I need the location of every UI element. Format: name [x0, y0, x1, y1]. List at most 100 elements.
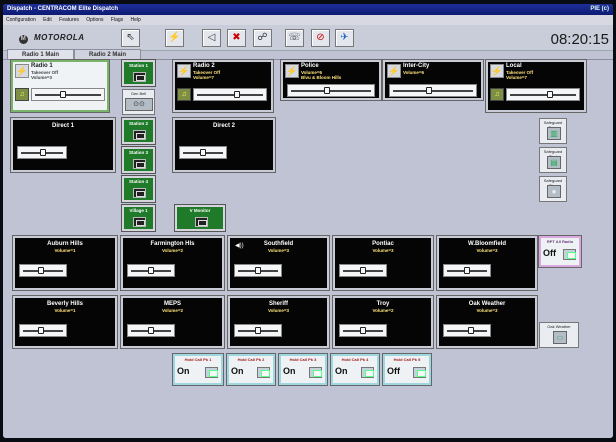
menu-flags[interactable]: Flags: [111, 17, 123, 23]
volume-knob[interactable]: [38, 267, 44, 274]
hold-call-pk-5[interactable]: Hold Call Pk 5 Off: [382, 353, 432, 386]
station-key-icon[interactable]: [195, 217, 208, 227]
select-speaker-icon[interactable]: ♫: [15, 88, 29, 101]
volume-slider[interactable]: [339, 324, 387, 337]
volume-slider[interactable]: [17, 146, 67, 159]
radio-panel-auburn-hills[interactable]: Auburn Hills Volume=1: [12, 235, 118, 291]
volume-knob[interactable]: [40, 149, 46, 156]
volume-knob[interactable]: [324, 87, 330, 94]
volume-slider[interactable]: [31, 88, 105, 101]
patch-icon[interactable]: ☍: [253, 29, 272, 47]
volume-slider[interactable]: [443, 324, 491, 337]
radio-panel-meps[interactable]: MEPS Volume=2: [120, 295, 225, 349]
patch-toggle-icon[interactable]: [413, 367, 426, 378]
disable-icon[interactable]: ⊘: [311, 29, 330, 47]
safeguard-shut-icon[interactable]: ▤: [547, 156, 561, 169]
volume-slider[interactable]: [193, 88, 267, 101]
volume-slider[interactable]: [127, 264, 175, 277]
volume-knob[interactable]: [547, 91, 553, 98]
safeguard-open-icon[interactable]: ▥: [547, 127, 561, 140]
hold-call-pk-1[interactable]: Hold Call Pk 1 On: [172, 353, 224, 386]
bell-icon[interactable]: ⊙⊙: [125, 98, 153, 111]
station-key-icon[interactable]: [133, 188, 146, 198]
safeguard-shut-panel[interactable]: Safeguard Shut▤: [539, 147, 567, 173]
radio-panel-inter-city[interactable]: ⚡ Inter-City Volume=6: [382, 59, 484, 101]
station-3-button[interactable]: Station 3: [121, 146, 156, 174]
patch-toggle-icon[interactable]: [361, 367, 374, 378]
volume-knob[interactable]: [464, 267, 470, 274]
oak-weather-button[interactable]: Oak Weather ▭: [539, 322, 579, 348]
volume-slider[interactable]: [234, 264, 282, 277]
radio-panel-beverly-hills[interactable]: Beverly Hills Volume=1: [12, 295, 118, 349]
safeguard-stop-icon[interactable]: ●: [547, 185, 561, 198]
radio-panel-troy[interactable]: Troy Volume=2: [332, 295, 434, 349]
volume-slider[interactable]: [443, 264, 491, 277]
volume-slider[interactable]: [287, 84, 375, 97]
station-1-button[interactable]: Station 1: [121, 59, 156, 87]
village-1-button[interactable]: Village 1: [121, 204, 156, 232]
radio-panel-oak-weather[interactable]: Oak Weather Volume=3: [436, 295, 538, 349]
station-key-icon[interactable]: [133, 159, 146, 169]
safeguard-open-panel[interactable]: Safeguard Open▥: [539, 118, 567, 144]
volume-knob[interactable]: [38, 327, 44, 334]
volume-knob[interactable]: [255, 267, 261, 274]
transmit-icon[interactable]: ⚡: [165, 29, 184, 47]
radio-panel-direct-2[interactable]: Direct 2: [172, 117, 276, 173]
volume-knob[interactable]: [148, 327, 154, 334]
volume-slider[interactable]: [19, 264, 67, 277]
radio-panel-farmington-hls[interactable]: Farmington Hls Volume=2: [120, 235, 225, 291]
aux-toggle-icon[interactable]: [563, 249, 576, 260]
phone-icon[interactable]: ☏: [285, 29, 304, 47]
gen-bell-panel[interactable]: Gen Bell ⊙⊙: [122, 89, 155, 115]
menu-configuration[interactable]: Configuration: [6, 17, 36, 23]
volume-slider[interactable]: [339, 264, 387, 277]
volume-slider[interactable]: [389, 84, 477, 97]
volume-knob[interactable]: [360, 267, 366, 274]
volume-knob[interactable]: [255, 327, 261, 334]
patch-toggle-icon[interactable]: [205, 367, 218, 378]
radio-panel-southfield[interactable]: ◀)) Southfield Volume=3: [227, 235, 330, 291]
volume-knob[interactable]: [200, 149, 206, 156]
safeguard-stop-panel[interactable]: Safeguard Stop●: [539, 176, 567, 202]
tools-icon[interactable]: ✈: [335, 29, 354, 47]
radio-panel-direct-1[interactable]: Direct 1: [10, 117, 116, 173]
hold-call-pk-3[interactable]: Hold Call Pk 3 On: [278, 353, 328, 386]
station-2-button[interactable]: Station 2: [121, 117, 156, 145]
radio-panel-local[interactable]: ⚡ Local Takeover Off Volume=7 ♫: [485, 59, 587, 113]
volume-knob[interactable]: [468, 327, 474, 334]
patch-toggle-icon[interactable]: [257, 367, 270, 378]
volume-slider[interactable]: [506, 88, 580, 101]
select-speaker-icon[interactable]: ♫: [490, 88, 504, 101]
radio-panel-radio-2[interactable]: ⚡ Radio 2 Takeover Off Volume=7 ♫: [172, 59, 274, 113]
menu-help[interactable]: Help: [131, 17, 141, 23]
select-icon[interactable]: ⇖: [121, 29, 140, 47]
menu-options[interactable]: Options: [86, 17, 103, 23]
volume-slider[interactable]: [127, 324, 175, 337]
station-key-icon[interactable]: [133, 217, 146, 227]
radio-panel-police[interactable]: ⚡ Police Volume=6 Blvu & Bloom Hills: [280, 59, 382, 101]
patch-toggle-icon[interactable]: [309, 367, 322, 378]
select-speaker-icon[interactable]: ♫: [177, 88, 191, 101]
volume-knob[interactable]: [234, 91, 240, 98]
oak-weather-icon[interactable]: ▭: [553, 331, 567, 344]
menu-edit[interactable]: Edit: [43, 17, 52, 23]
tab-radio-2-main[interactable]: Radio 2 Main: [74, 49, 142, 59]
station-key-icon[interactable]: [133, 130, 146, 140]
radio-panel-radio-1[interactable]: ⚡ Radio 1 Takeover Off Volume=3 ♫: [10, 59, 110, 113]
station-4-button[interactable]: Station 4: [121, 175, 156, 203]
v-monitor-button[interactable]: V Monitor: [174, 204, 226, 232]
radio-panel-pontiac[interactable]: Pontiac Volume=3: [332, 235, 434, 291]
volume-slider[interactable]: [179, 146, 227, 159]
volume-slider[interactable]: [234, 324, 282, 337]
menu-features[interactable]: Features: [59, 17, 79, 23]
radio-panel-w-bloomfield[interactable]: W.Bloomfield Volume=3: [436, 235, 538, 291]
hold-call-pk-2[interactable]: Hold Call Pk 2 On: [226, 353, 276, 386]
volume-knob[interactable]: [360, 327, 366, 334]
volume-slider[interactable]: [19, 324, 67, 337]
volume-knob[interactable]: [426, 87, 432, 94]
speaker-icon[interactable]: ◁: [202, 29, 221, 47]
tab-radio-1-main[interactable]: Radio 1 Main: [7, 49, 75, 59]
radio-panel-sheriff[interactable]: Sheriff Volume=3: [227, 295, 330, 349]
volume-knob[interactable]: [148, 267, 154, 274]
hold-call-pk-4[interactable]: Hold Call Pk 4 On: [330, 353, 380, 386]
